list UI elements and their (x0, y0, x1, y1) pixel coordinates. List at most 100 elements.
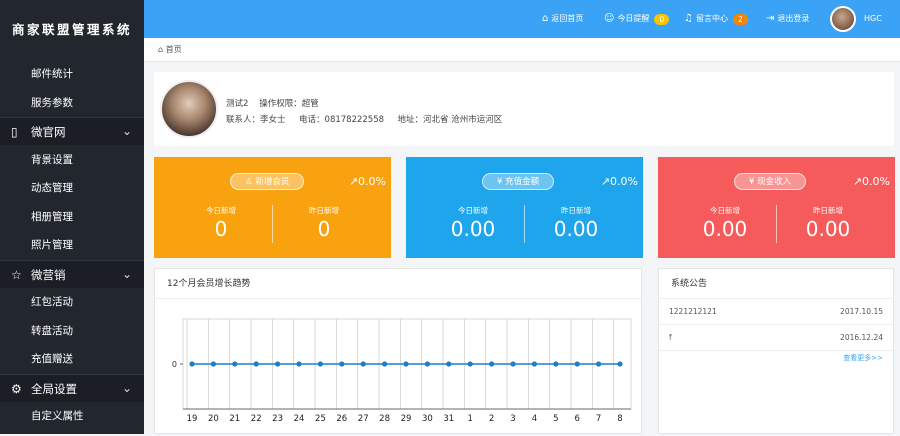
sidebar-item[interactable]: 转盘活动 (0, 317, 144, 345)
card-pct: ↗0.0% (852, 175, 890, 188)
x-tick-label: 19 (187, 414, 198, 424)
x-tick-label: 3 (510, 414, 515, 424)
sidebar-item-label: 红包活动 (31, 296, 73, 308)
card-divider (524, 205, 525, 243)
user-name[interactable]: HGC (864, 0, 882, 38)
breadcrumb-home[interactable]: 首页 (166, 45, 182, 54)
sidebar-item[interactable]: 充值赠送 (0, 345, 144, 373)
home-link[interactable]: ⌂ 返回首页 (542, 0, 583, 38)
data-point (596, 361, 602, 367)
today-value: 0.00 (702, 217, 748, 241)
data-point (382, 361, 388, 367)
x-tick-label: 24 (294, 414, 305, 424)
card-recharge: ¥ 充值金额 ↗0.0% 今日新增 0.00 昨日新增 0.00 (406, 157, 643, 258)
data-point (531, 361, 537, 367)
yesterday-label: 昨日新增 (309, 206, 339, 215)
data-point (574, 361, 580, 367)
notice-row[interactable]: 1221212121 2017.10.15 (659, 299, 893, 325)
profile-line-1: 测试2 操作权限：超管 (226, 97, 319, 109)
sidebar: 商家联盟管理系统 邮件统计 服务参数 ▯ 微官网 ⌄ 背景设置 动态管理 相册管理 照片管理 ☆ 微… (0, 0, 144, 434)
sidebar-item[interactable]: 相册管理 (0, 203, 144, 231)
sidebar-item-label: 微营销 (31, 267, 66, 282)
profile-line-2: 联系人：李女士 电话：08178222558 地址：河北省 沧州市运河区 (226, 113, 502, 125)
x-tick-label: 23 (272, 414, 283, 424)
card-title: 现金收入 (757, 177, 792, 187)
sidebar-item-label: 全局设置 (31, 381, 77, 396)
data-point (253, 361, 259, 367)
new-members-pill[interactable]: ♙ 新增会员 (230, 173, 305, 190)
today-label: 今日新增 (206, 206, 236, 215)
sidebar-item[interactable]: 红包活动 (0, 288, 144, 316)
profile-panel: 测试2 操作权限：超管 联系人：李女士 电话：08178222558 地址：河北… (154, 72, 894, 146)
x-tick-label: 26 (336, 414, 347, 424)
x-tick-label: 6 (574, 414, 579, 424)
x-tick-label: 27 (358, 414, 369, 424)
logout-icon: ⇥ (766, 13, 775, 24)
notice-text: 1221212121 (669, 307, 717, 316)
home-icon: ⌂ (158, 45, 164, 54)
cash-pill[interactable]: ¥ 现金收入 (734, 173, 807, 190)
breadcrumb: ⌂ 首页 (144, 38, 900, 62)
y-tick-label: 0 (172, 360, 177, 369)
data-point (275, 361, 281, 367)
x-tick-label: 31 (443, 414, 454, 424)
card-title: 充值金额 (505, 177, 540, 187)
user-icon: ♙ (245, 177, 256, 187)
user-avatar[interactable] (830, 6, 856, 32)
sidebar-item[interactable]: ▯ 微官网 ⌄ (0, 117, 144, 145)
recharge-pill[interactable]: ¥ 充值金额 (482, 173, 555, 190)
today-label: 今日新增 (710, 206, 740, 215)
sidebar-item[interactable]: ☆ 微营销 ⌄ (0, 259, 144, 288)
member-trend-chart: 019 20 21 22 23 24 25 26 27 28 29 30 31 1 2 3 4 5 6 7 8 (172, 318, 632, 424)
data-point (189, 361, 195, 367)
sidebar-item-label: 照片管理 (31, 239, 73, 251)
x-tick-label: 8 (617, 414, 622, 424)
yesterday-value: 0.00 (553, 217, 599, 241)
data-point (317, 361, 323, 367)
sidebar-item[interactable]: 邮件统计 (0, 60, 144, 88)
logout-label: 退出登录 (777, 14, 810, 23)
notice-date: 2016.12.24 (840, 333, 883, 342)
sidebar-item-label: 微官网 (31, 125, 66, 139)
sidebar-item[interactable]: 照片管理 (0, 231, 144, 259)
sidebar-item[interactable]: ⚙ 全局设置 ⌄ (0, 373, 144, 402)
sidebar-item[interactable]: 动态管理 (0, 174, 144, 202)
data-point (424, 361, 430, 367)
x-tick-label: 30 (422, 414, 433, 424)
app-logo: 商家联盟管理系统 (11, 22, 132, 37)
notice-panel: 系统公告 1221212121 2017.10.15 f 2016.12.24 … (658, 268, 894, 434)
sidebar-item[interactable]: 背景设置 (0, 146, 144, 174)
sidebar-item[interactable]: 服务参数 (0, 89, 144, 117)
x-tick-label: 25 (315, 414, 326, 424)
x-tick-label: 22 (251, 414, 262, 424)
messages-link[interactable]: ♫ 留言中心 2 (684, 0, 748, 38)
x-tick-label: 5 (553, 414, 558, 424)
chevron-down-icon: ⌄ (121, 380, 132, 395)
see-more-link[interactable]: 查看更多>> (843, 353, 883, 363)
data-point (232, 361, 238, 367)
reminders-link[interactable]: ☺ 今日提醒 0 (604, 0, 670, 38)
data-point (617, 361, 623, 367)
card-new-members: ♙ 新增会员 ↗0.0% 今日新增 0 昨日新增 0 (154, 157, 391, 258)
data-point (339, 361, 345, 367)
chevron-down-icon: ⌄ (121, 124, 132, 138)
today-label: 今日新增 (458, 206, 488, 215)
sidebar-item[interactable]: 自定义属性 (0, 402, 144, 430)
cash-icon: ¥ (749, 177, 758, 187)
notice-row[interactable]: f 2016.12.24 (659, 325, 893, 351)
data-point (403, 361, 409, 367)
logout-link[interactable]: ⇥ 退出登录 (766, 0, 809, 38)
card-cash: ¥ 现金收入 ↗0.0% 今日新增 0.00 昨日新增 0.00 (658, 157, 895, 258)
messages-label: 留言中心 (695, 14, 728, 23)
profile-phone: 电话：08178222558 (299, 115, 385, 125)
data-point (489, 361, 495, 367)
x-tick-label: 28 (379, 414, 390, 424)
profile-avatar (160, 80, 218, 138)
card-pct: ↗0.0% (348, 175, 386, 188)
profile-address: 地址：河北省 沧州市运河区 (397, 115, 503, 125)
yesterday-value: 0 (317, 217, 331, 241)
x-tick-label: 7 (596, 414, 601, 424)
sidebar-item-label: 自定义属性 (31, 410, 84, 422)
messages-badge: 2 (732, 13, 748, 25)
data-point (360, 361, 366, 367)
